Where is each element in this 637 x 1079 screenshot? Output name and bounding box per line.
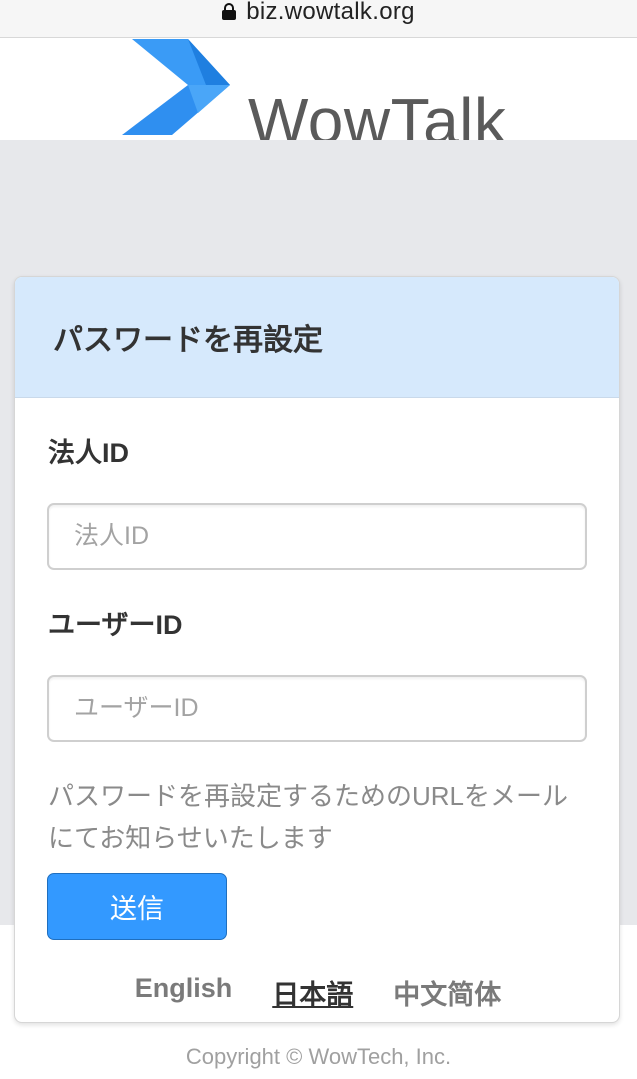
user-id-input[interactable] [47, 675, 587, 742]
lang-japanese-link[interactable]: 日本語 [272, 973, 353, 1012]
wowtalk-logo-icon [122, 39, 230, 135]
page-title: パスワードを再設定 [53, 324, 323, 357]
site-header: WowTalk [0, 39, 637, 153]
lock-icon [222, 3, 237, 20]
browser-url-bar[interactable]: biz.wowtalk.org [0, 0, 637, 38]
instruction-text: パスワードを再設定するためのURLをメールにてお知らせいたします [48, 781, 569, 853]
copyright-text: Copyright © WowTech, Inc. [185, 1044, 452, 1069]
card-header: パスワードを再設定 [15, 277, 619, 398]
user-id-label: ユーザーID [48, 610, 183, 640]
reset-password-card: パスワードを再設定 法人ID ユーザーID パスワードを再設定するためのURLを… [14, 276, 620, 1023]
corp-id-input[interactable] [47, 503, 587, 570]
submit-button[interactable]: 送信 [47, 873, 227, 940]
lang-english-link[interactable]: English [135, 973, 233, 1012]
language-switcher: English 日本語 中文简体 [15, 973, 619, 1012]
url-text[interactable]: biz.wowtalk.org [246, 0, 415, 26]
lang-chinese-link[interactable]: 中文简体 [393, 973, 501, 1012]
corp-id-label: 法人ID [48, 438, 129, 468]
